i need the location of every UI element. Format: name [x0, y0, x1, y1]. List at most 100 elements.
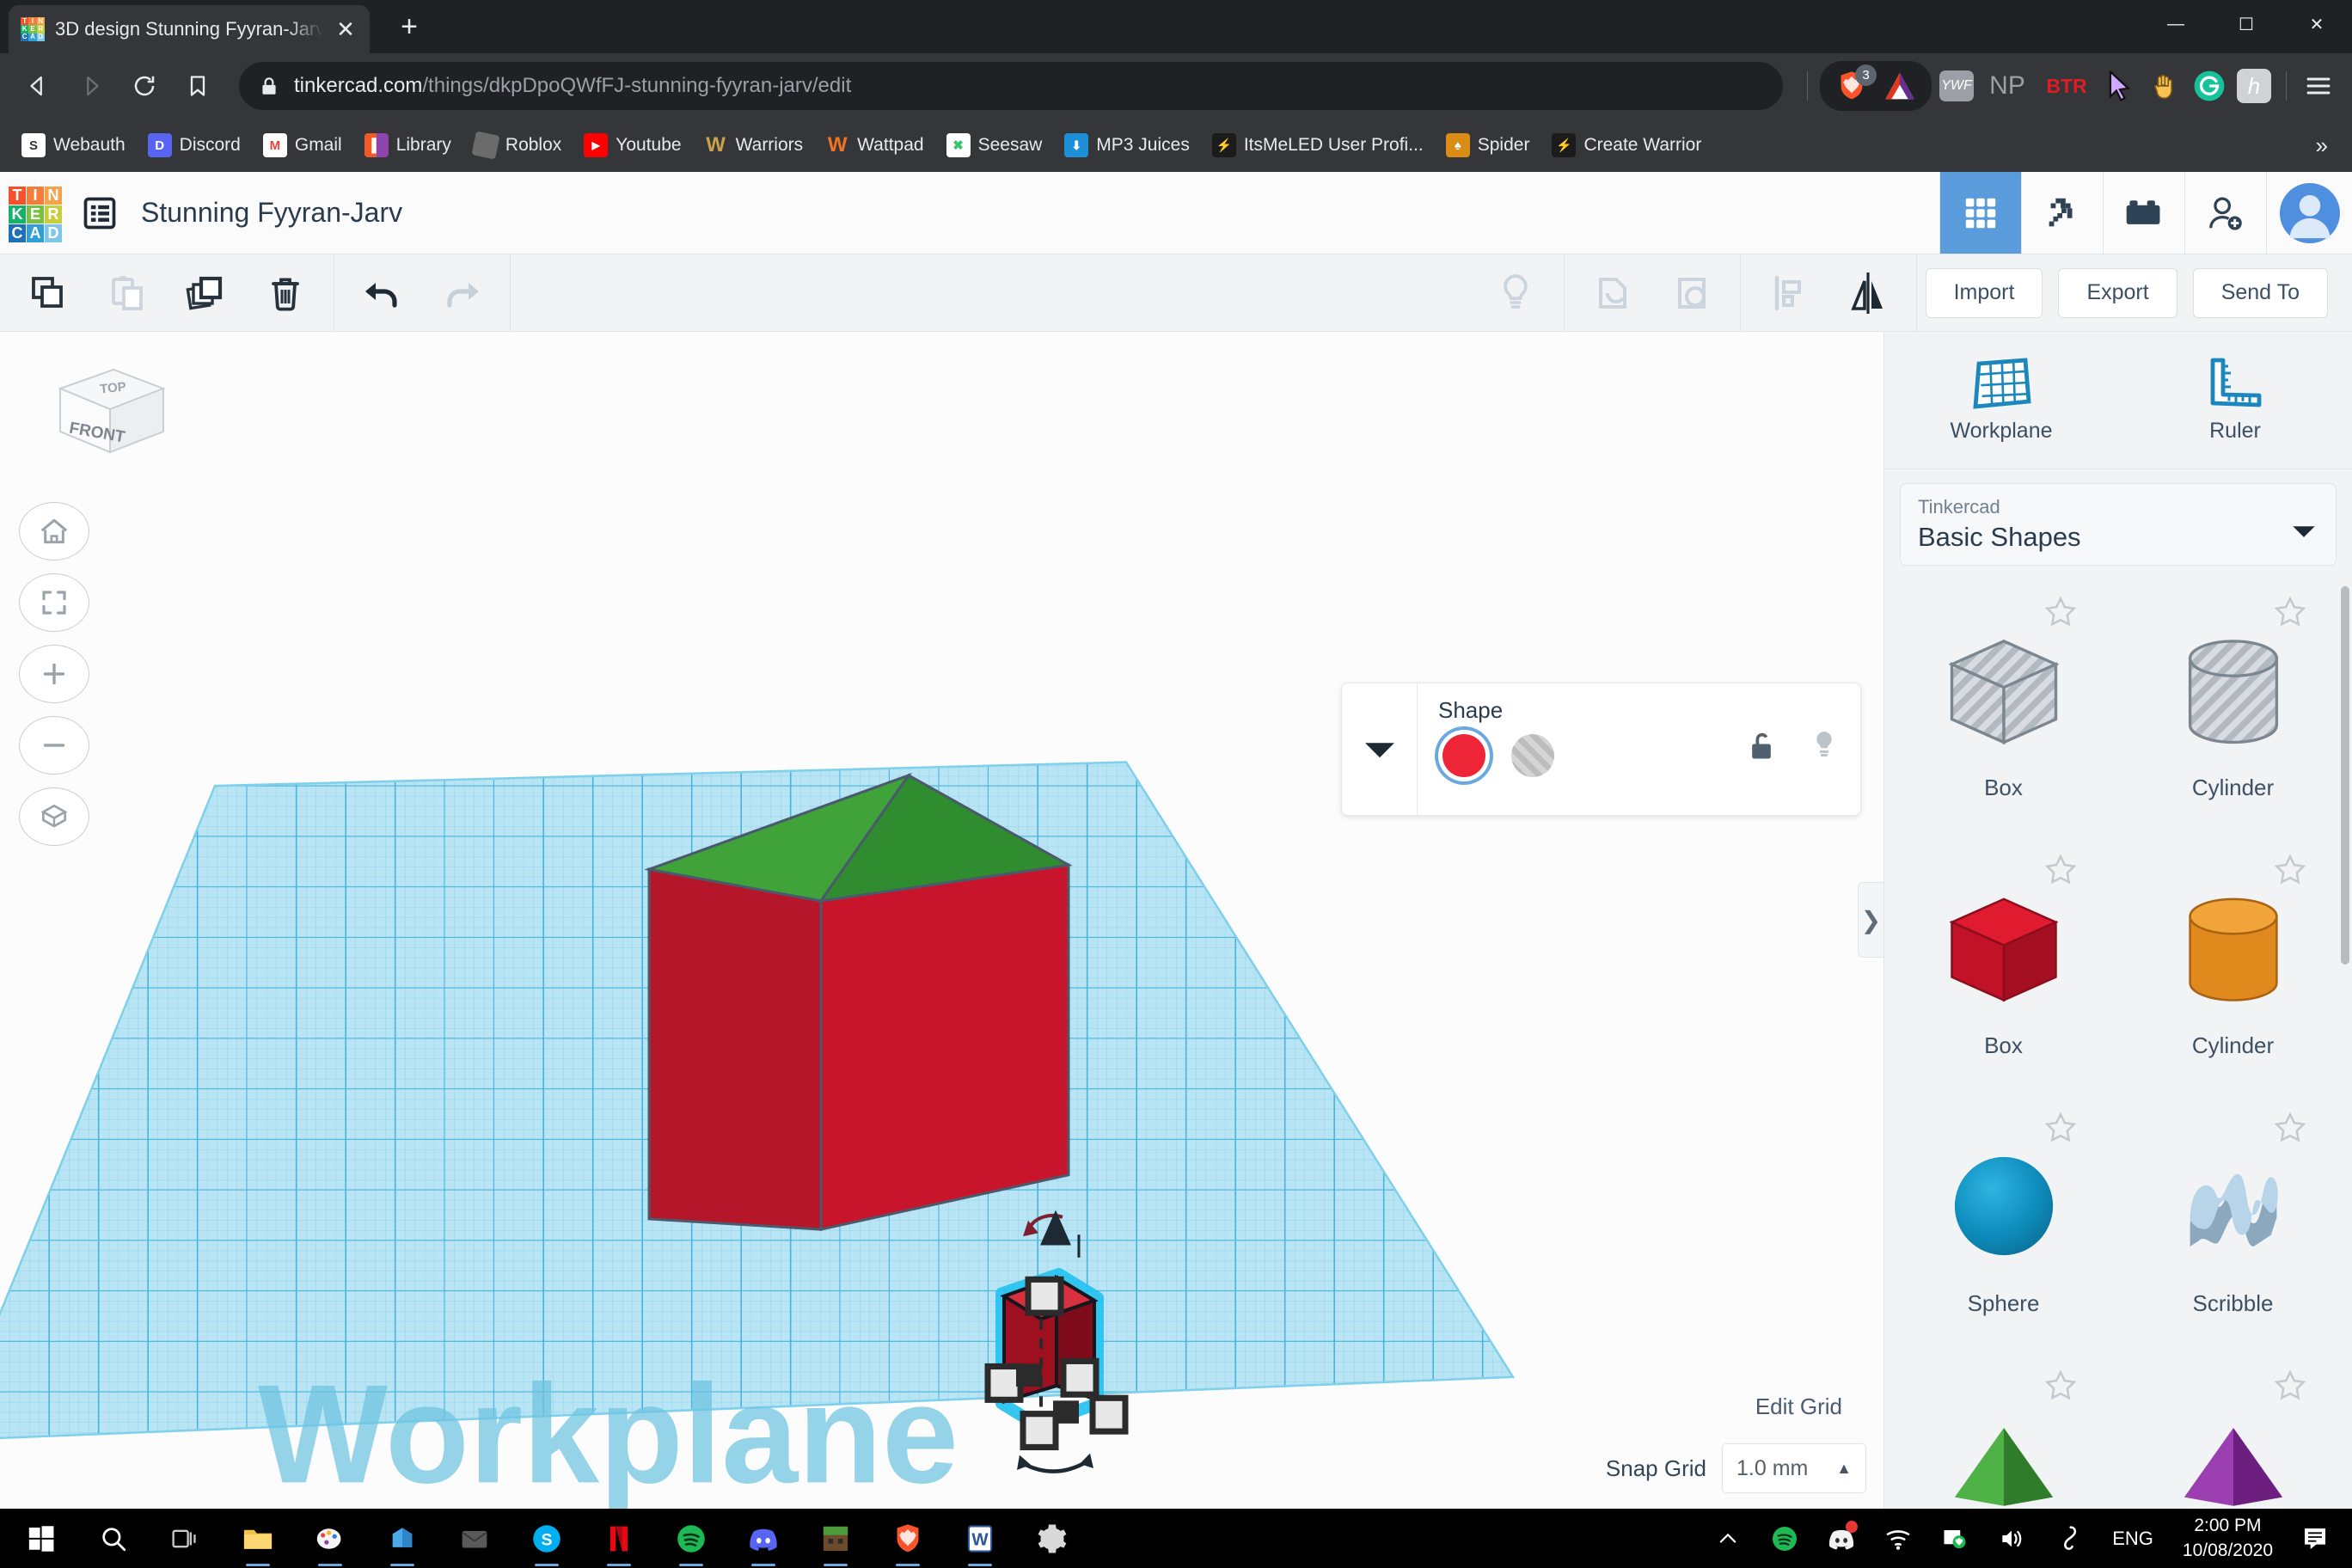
tinkercad-logo[interactable]: TIN KER CAD: [9, 186, 62, 242]
pen-tray-icon[interactable]: [2042, 1509, 2095, 1568]
bookmark-item[interactable]: ▌ Library: [355, 128, 461, 162]
workplane-tool[interactable]: Workplane: [1884, 332, 2118, 469]
bookmark-item[interactable]: ⬇ MP3 Juices: [1055, 128, 1199, 162]
task-view-button[interactable]: [150, 1509, 222, 1568]
shape-item-cylinder-hole[interactable]: Cylinder: [2122, 586, 2343, 844]
bookmark-item[interactable]: W Wattpad: [816, 128, 933, 162]
bookmarks-overflow-button[interactable]: »: [2304, 132, 2340, 159]
bookmark-item[interactable]: ⚡ Create Warrior: [1542, 128, 1711, 162]
discord-tray-icon[interactable]: [1815, 1509, 1868, 1568]
favorite-star-icon[interactable]: [2273, 595, 2307, 634]
wifi-tray-icon[interactable]: [1871, 1509, 1925, 1568]
shape-item-roof-purple[interactable]: [2122, 1360, 2343, 1509]
lightbulb-icon[interactable]: [1810, 728, 1838, 767]
shape-item-roof-green[interactable]: [1893, 1360, 2114, 1509]
bat-rewards-icon[interactable]: [1880, 66, 1920, 106]
volume-tray-icon[interactable]: [1985, 1509, 2038, 1568]
edit-grid-button[interactable]: Edit Grid: [1730, 1382, 1866, 1431]
zoom-out-button[interactable]: [19, 716, 89, 775]
shape-item-cylinder-solid[interactable]: Cylinder: [2122, 844, 2343, 1102]
new-tab-button[interactable]: +: [389, 6, 430, 47]
snap-grid-select[interactable]: 1.0 mm ▲: [1722, 1443, 1866, 1493]
bookmark-item[interactable]: M Gmail: [254, 128, 352, 162]
bookmark-icon[interactable]: [174, 62, 222, 110]
browser-tab[interactable]: TIN KER CAD 3D design Stunning Fyyran-Ja…: [9, 5, 370, 53]
shape-item-box-solid[interactable]: Box: [1893, 844, 2114, 1102]
favorite-star-icon[interactable]: [2043, 1369, 2078, 1407]
window-maximize-button[interactable]: ☐: [2211, 0, 2282, 48]
ywf-extension-icon[interactable]: YWF: [1937, 66, 1976, 106]
send-to-button[interactable]: Send To: [2192, 267, 2328, 318]
bookmark-item[interactable]: ▶ Youtube: [574, 128, 690, 162]
design-title[interactable]: Stunning Fyyran-Jarv: [141, 197, 402, 229]
start-button[interactable]: [5, 1509, 77, 1568]
window-minimize-button[interactable]: —: [2141, 0, 2211, 48]
np-extension-icon[interactable]: NP: [1981, 66, 2033, 106]
hole-swatch[interactable]: [1511, 734, 1554, 777]
zoom-in-button[interactable]: [19, 645, 89, 703]
duplicate-button[interactable]: [167, 254, 246, 332]
import-button[interactable]: Import: [1925, 267, 2043, 318]
favorite-star-icon[interactable]: [2043, 853, 2078, 891]
export-button[interactable]: Export: [2058, 267, 2177, 318]
favorite-star-icon[interactable]: [2043, 595, 2078, 634]
bookmark-item[interactable]: D Discord: [138, 128, 250, 162]
view-cube[interactable]: TOP FRONT: [34, 356, 172, 472]
hand-extension-icon[interactable]: [2145, 66, 2184, 106]
honey-extension-icon[interactable]: h: [2234, 66, 2274, 106]
paint3d-button[interactable]: [294, 1509, 366, 1568]
shape-library-select[interactable]: Tinkercad Basic Shapes: [1900, 483, 2337, 566]
fit-view-button[interactable]: [19, 573, 89, 632]
favorite-star-icon[interactable]: [2043, 1111, 2078, 1149]
language-indicator[interactable]: ENG: [2098, 1528, 2167, 1550]
panel-expand-handle[interactable]: ❯: [1858, 882, 1883, 958]
btr-extension-icon[interactable]: BTR: [2038, 66, 2095, 106]
delete-button[interactable]: [246, 254, 325, 332]
shape-item-box-hole[interactable]: Box: [1893, 586, 2114, 844]
mail-button[interactable]: [438, 1509, 511, 1568]
ruler-tool[interactable]: Ruler: [2118, 332, 2352, 469]
tab-close-icon[interactable]: ✕: [334, 18, 358, 40]
spotify-button[interactable]: [655, 1509, 727, 1568]
store-button[interactable]: [366, 1509, 438, 1568]
invite-button[interactable]: [2184, 172, 2266, 254]
netflix-button[interactable]: [583, 1509, 655, 1568]
favorite-star-icon[interactable]: [2273, 853, 2307, 891]
settings-button[interactable]: [1016, 1509, 1088, 1568]
clock[interactable]: 2:00 PM 10/08/2020: [2171, 1514, 2285, 1563]
discord-button[interactable]: [727, 1509, 799, 1568]
design-canvas[interactable]: Workplane TOP FRONT Shape ❯ Edit Grid Sn…: [0, 332, 1883, 1509]
minecraft-button[interactable]: [2021, 172, 2103, 254]
minecraft-button[interactable]: [799, 1509, 872, 1568]
ortho-toggle-button[interactable]: [19, 787, 89, 846]
blocks-button[interactable]: [2103, 172, 2184, 254]
user-avatar[interactable]: [2266, 172, 2352, 254]
house-body-box[interactable]: [647, 863, 1070, 1232]
gallery-list-icon[interactable]: [81, 194, 119, 232]
canvas-3d-scene[interactable]: Workplane: [0, 332, 1883, 1509]
copy-button[interactable]: [9, 254, 88, 332]
window-close-button[interactable]: ✕: [2282, 0, 2352, 48]
bookmark-item[interactable]: ♠ Spider: [1436, 128, 1540, 162]
browser-menu-icon[interactable]: [2299, 66, 2338, 106]
favorite-star-icon[interactable]: [2273, 1369, 2307, 1407]
brave-tray-icon[interactable]: [1928, 1509, 1981, 1568]
address-bar[interactable]: tinkercad.com/things/dkpDpoQWfFJ-stunnin…: [239, 62, 1783, 110]
undo-button[interactable]: [343, 254, 422, 332]
tray-chevron-button[interactable]: [1701, 1509, 1755, 1568]
bookmark-item[interactable]: ✖ Seesaw: [937, 128, 1052, 162]
shape-item-scribble[interactable]: Scribble: [2122, 1102, 2343, 1360]
brave-button[interactable]: [872, 1509, 944, 1568]
favorite-star-icon[interactable]: [2273, 1111, 2307, 1149]
word-button[interactable]: W: [944, 1509, 1016, 1568]
bookmark-item[interactable]: Roblox: [464, 128, 571, 162]
brave-shields-icon[interactable]: 3: [1832, 64, 1877, 106]
bookmark-item[interactable]: S Webauth: [12, 128, 135, 162]
shape-panel-collapse-button[interactable]: [1342, 683, 1418, 815]
search-button[interactable]: [77, 1509, 150, 1568]
grammarly-extension-icon[interactable]: [2190, 66, 2229, 106]
shape-item-sphere[interactable]: Sphere: [1893, 1102, 2114, 1360]
reload-icon[interactable]: [120, 62, 168, 110]
cursor-extension-icon[interactable]: [2100, 66, 2140, 106]
solid-swatch[interactable]: [1442, 734, 1485, 777]
